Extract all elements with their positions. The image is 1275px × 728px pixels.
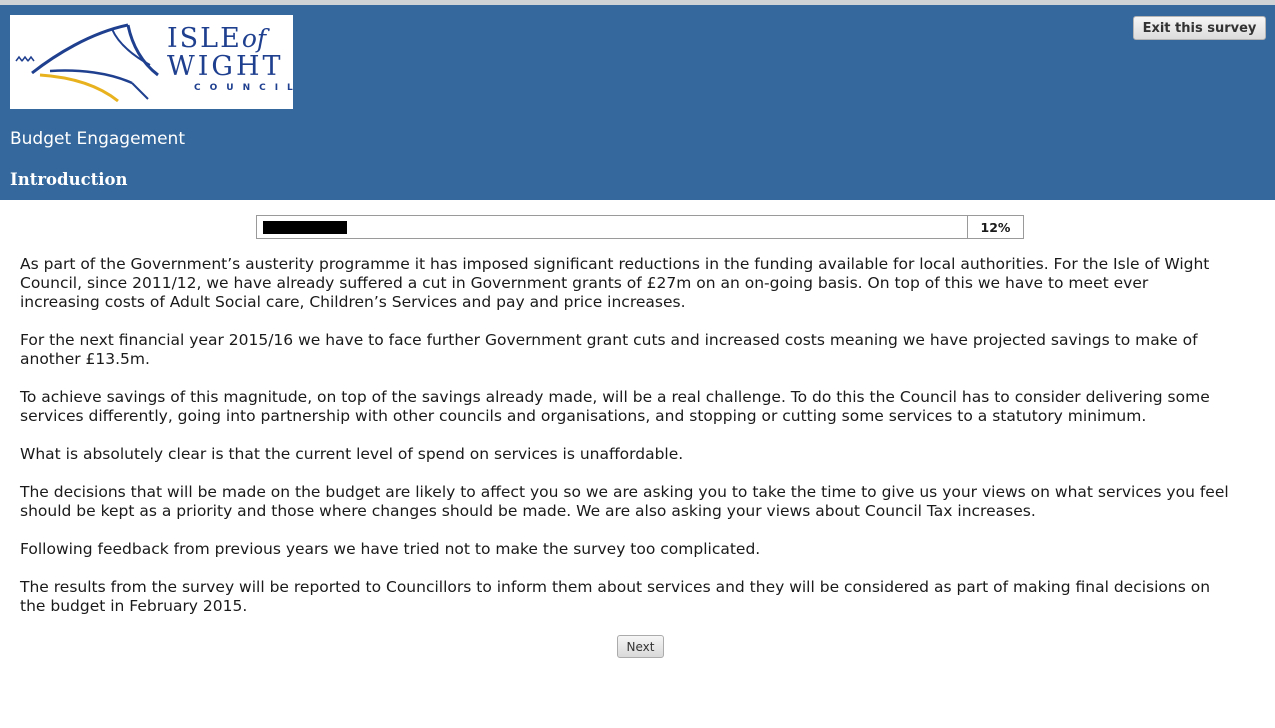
introduction-text: As part of the Government’s austerity pr…	[20, 255, 1275, 635]
section-title: Introduction	[10, 170, 128, 189]
survey-header: ISLEof WIGHT COUNCIL Exit this survey Bu…	[0, 5, 1275, 200]
paragraph-line: another £13.5m.	[20, 350, 150, 368]
intro-paragraph: The decisions that will be made on the b…	[20, 483, 1275, 521]
progress-bar: 12%	[256, 215, 1024, 239]
logo-text-isle: ISLEof	[167, 23, 267, 54]
intro-paragraph: The results from the survey will be repo…	[20, 578, 1275, 616]
paragraph-line: Following feedback from previous years w…	[20, 540, 761, 558]
paragraph-line: the budget in February 2015.	[20, 597, 248, 615]
logo-text-wight: WIGHT	[167, 51, 284, 82]
logo-text-council: COUNCIL	[194, 83, 302, 93]
paragraph-line: should be kept as a priority and those w…	[20, 502, 1036, 520]
intro-paragraph: What is absolutely clear is that the cur…	[20, 445, 1275, 464]
paragraph-line: To achieve savings of this magnitude, on…	[20, 388, 1210, 406]
progress-percentage: 12%	[980, 219, 1011, 235]
progress-track	[263, 221, 963, 234]
intro-paragraph: To achieve savings of this magnitude, on…	[20, 388, 1275, 426]
paragraph-line: As part of the Government’s austerity pr…	[20, 255, 1210, 273]
intro-paragraph: As part of the Government’s austerity pr…	[20, 255, 1275, 312]
exit-survey-button[interactable]: Exit this survey	[1133, 16, 1266, 40]
paragraph-line: The decisions that will be made on the b…	[20, 483, 1229, 501]
paragraph-line: For the next financial year 2015/16 we h…	[20, 331, 1198, 349]
paragraph-line: Council, since 2011/12, we have already …	[20, 274, 1149, 292]
paragraph-line: What is absolutely clear is that the cur…	[20, 445, 684, 463]
intro-paragraph: Following feedback from previous years w…	[20, 540, 1275, 559]
paragraph-line: The results from the survey will be repo…	[20, 578, 1211, 596]
survey-title: Budget Engagement	[10, 129, 185, 149]
intro-paragraph: For the next financial year 2015/16 we h…	[20, 331, 1275, 369]
isle-of-wight-council-logo: ISLEof WIGHT COUNCIL	[10, 15, 293, 109]
next-button[interactable]: Next	[617, 635, 664, 658]
paragraph-line: services differently, going into partner…	[20, 407, 1147, 425]
progress-fill	[263, 221, 347, 234]
paragraph-line: increasing costs of Adult Social care, C…	[20, 293, 686, 311]
